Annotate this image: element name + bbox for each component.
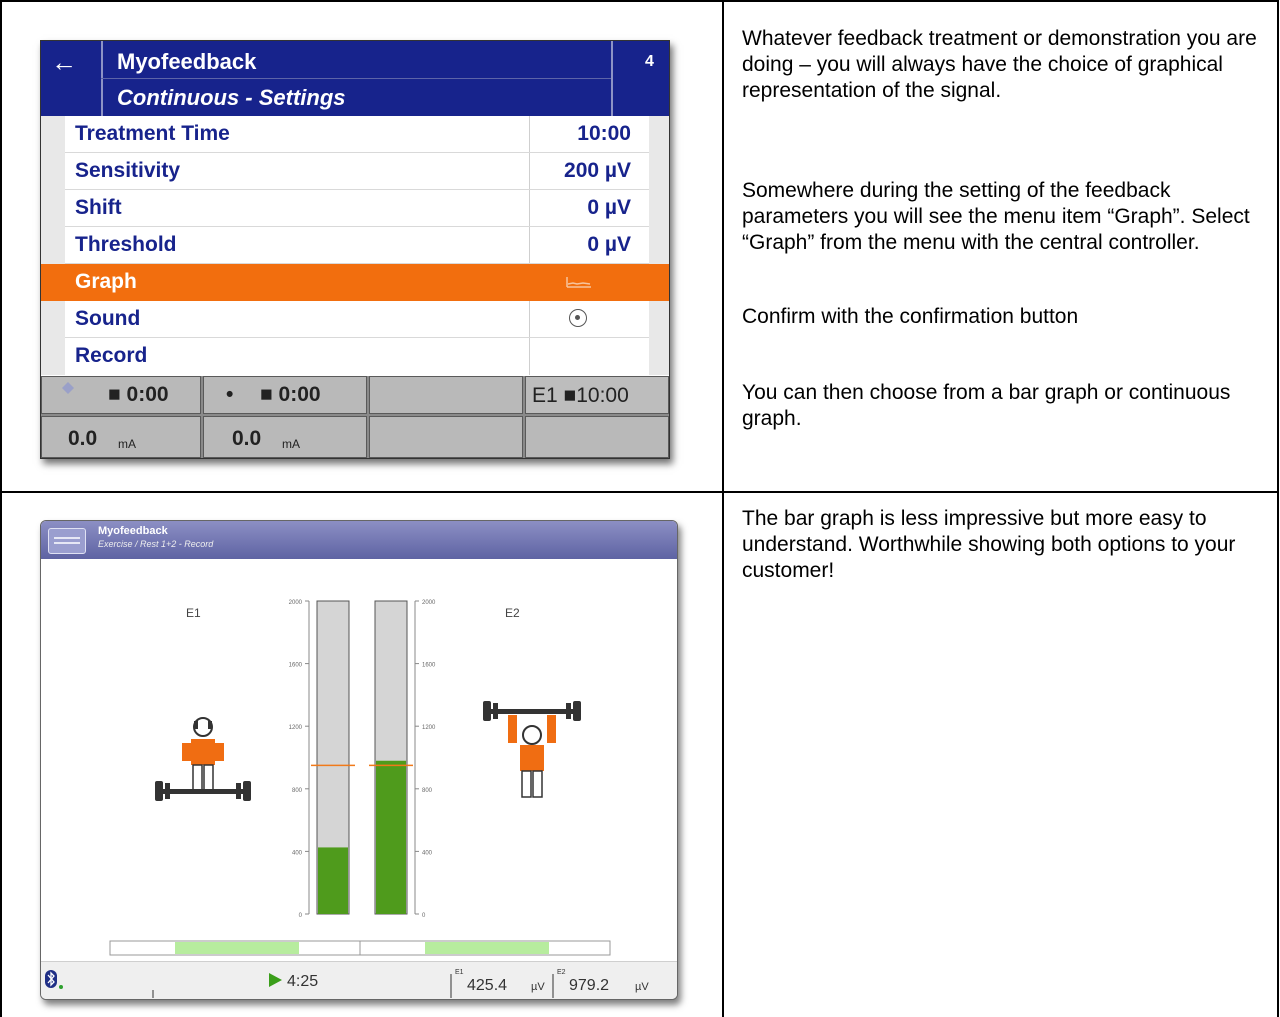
device-logo-icon xyxy=(48,528,86,554)
paragraph-graph-menu: Somewhere during the setting of the feed… xyxy=(742,179,1250,254)
tick-label: 1200 xyxy=(289,725,303,731)
graph-icon xyxy=(566,277,591,288)
table-divider xyxy=(722,0,724,1017)
setting-label: Shift xyxy=(75,196,122,219)
tick-label: 400 xyxy=(422,850,433,856)
e1-value: 425.4 xyxy=(467,977,507,994)
bar-graph-screen: Myofeedback Exercise / Rest 1+2 - Record… xyxy=(40,520,678,1000)
paragraph-graph-choice: Whatever feedback treatment or demonstra… xyxy=(742,27,1257,102)
setting-record[interactable]: Record xyxy=(41,338,669,375)
setting-shift[interactable]: Shift 0 µV xyxy=(41,190,669,227)
treatment-timer: E1 ■10:00 xyxy=(525,376,669,414)
table-border-right xyxy=(1277,0,1279,1017)
bar-graph-chart: E1 E2 0400800120016002000040080012001600… xyxy=(109,600,611,956)
svg-text:µV: µV xyxy=(635,981,649,993)
table-border-left xyxy=(0,0,2,1017)
svg-text:E2: E2 xyxy=(557,969,566,976)
setting-sensitivity[interactable]: Sensitivity 200 µV xyxy=(41,153,669,190)
paragraph-choose-graph: You can then choose from a bar graph or … xyxy=(742,381,1231,430)
svg-text:E1: E1 xyxy=(455,969,464,976)
arrow-left-icon[interactable]: ← xyxy=(51,47,77,78)
settings-header: ← Myofeedback Continuous - Settings 4 xyxy=(41,41,669,116)
setting-value: 0 µV xyxy=(587,196,631,219)
channel2-timer: • ■ 0:00 xyxy=(203,376,367,414)
elapsed-time: 4:25 xyxy=(287,973,318,990)
setting-label: Graph xyxy=(75,270,137,293)
setting-value: 0 µV xyxy=(587,233,631,256)
channel3-timer xyxy=(369,376,523,414)
setting-value: 200 µV xyxy=(564,159,631,182)
channel3-current xyxy=(369,416,523,458)
tick-label: 1600 xyxy=(422,663,436,669)
bar-graph-bars: 0 400 800 1200 1600 2000 0 400 800 1200 1600 2000 xyxy=(289,600,436,919)
setting-label: Record xyxy=(75,344,148,367)
channel1-timer: ■ 0:00 xyxy=(41,376,201,414)
setting-graph[interactable]: Graph xyxy=(41,264,669,301)
settings-list: Treatment Time 10:00 Sensitivity 200 µV … xyxy=(41,116,669,376)
paragraph-confirm: Confirm with the confirmation button xyxy=(742,305,1079,328)
e1-label: E1 xyxy=(186,606,201,620)
setting-label: Sound xyxy=(75,307,141,330)
screen-title: Myofeedback xyxy=(98,525,168,537)
table-border-top xyxy=(0,0,1279,2)
bar-e1 xyxy=(318,847,348,914)
tick-label: 1600 xyxy=(289,663,303,669)
screen-subtitle: Exercise / Rest 1+2 - Record xyxy=(98,539,214,549)
table-row-divider xyxy=(0,491,1279,493)
tick-label: 1200 xyxy=(422,725,436,731)
channel4-current xyxy=(525,416,669,458)
tick-label: 0 xyxy=(299,913,303,919)
tick-label: 2000 xyxy=(422,600,436,606)
setting-treatment-time[interactable]: Treatment Time 10:00 xyxy=(41,116,669,153)
progress-segment-e1 xyxy=(175,942,299,954)
page-number: 4 xyxy=(645,53,654,70)
screen-subtitle: Continuous - Settings xyxy=(117,85,346,110)
tick-label: 800 xyxy=(422,788,433,794)
person-lifting-low-icon xyxy=(155,717,251,801)
svg-text:µV: µV xyxy=(531,981,545,993)
e2-label: E2 xyxy=(505,606,520,620)
tick-label: 2000 xyxy=(289,600,303,606)
play-icon[interactable] xyxy=(269,973,282,987)
setting-label: Treatment Time xyxy=(75,122,230,145)
bar-e2 xyxy=(376,760,406,914)
channel2-current: 0.0 mA xyxy=(203,416,367,458)
bar-graph-header: Myofeedback Exercise / Rest 1+2 - Record xyxy=(41,521,677,559)
setting-value: 10:00 xyxy=(577,122,631,145)
setting-threshold[interactable]: Threshold 0 µV xyxy=(41,227,669,264)
setting-label: Sensitivity xyxy=(75,159,181,182)
bar-graph-panel: E1 E2 0 400 800 1200 1600 2000 0 400 800… xyxy=(45,559,673,959)
tick-label: 0 xyxy=(422,913,426,919)
setting-sound[interactable]: Sound xyxy=(41,301,669,338)
tick-label: 400 xyxy=(292,850,303,856)
e2-value: 979.2 xyxy=(569,977,609,994)
radio-icon[interactable] xyxy=(569,309,587,327)
setting-label: Threshold xyxy=(75,233,177,256)
electrode-icon xyxy=(62,382,74,394)
channel-status-bar: ■ 0:00 • ■ 0:00 E1 ■10:00 0.0 mA 0.0 mA xyxy=(41,376,669,458)
settings-screen: ← Myofeedback Continuous - Settings 4 Tr… xyxy=(40,40,670,459)
screen-title: Myofeedback xyxy=(117,49,257,74)
bluetooth-icon xyxy=(45,970,63,989)
person-lifting-overhead-icon xyxy=(483,701,581,798)
tick-label: 800 xyxy=(292,788,303,794)
channel1-current: 0.0 mA xyxy=(41,416,201,458)
bar-graph-status-bar: 4:25 E1 425.4 µV E2 979.2 µV xyxy=(41,961,677,999)
progress-segment-e2 xyxy=(425,942,549,954)
paragraph-bar-graph: The bar graph is less impressive but mor… xyxy=(742,507,1236,582)
